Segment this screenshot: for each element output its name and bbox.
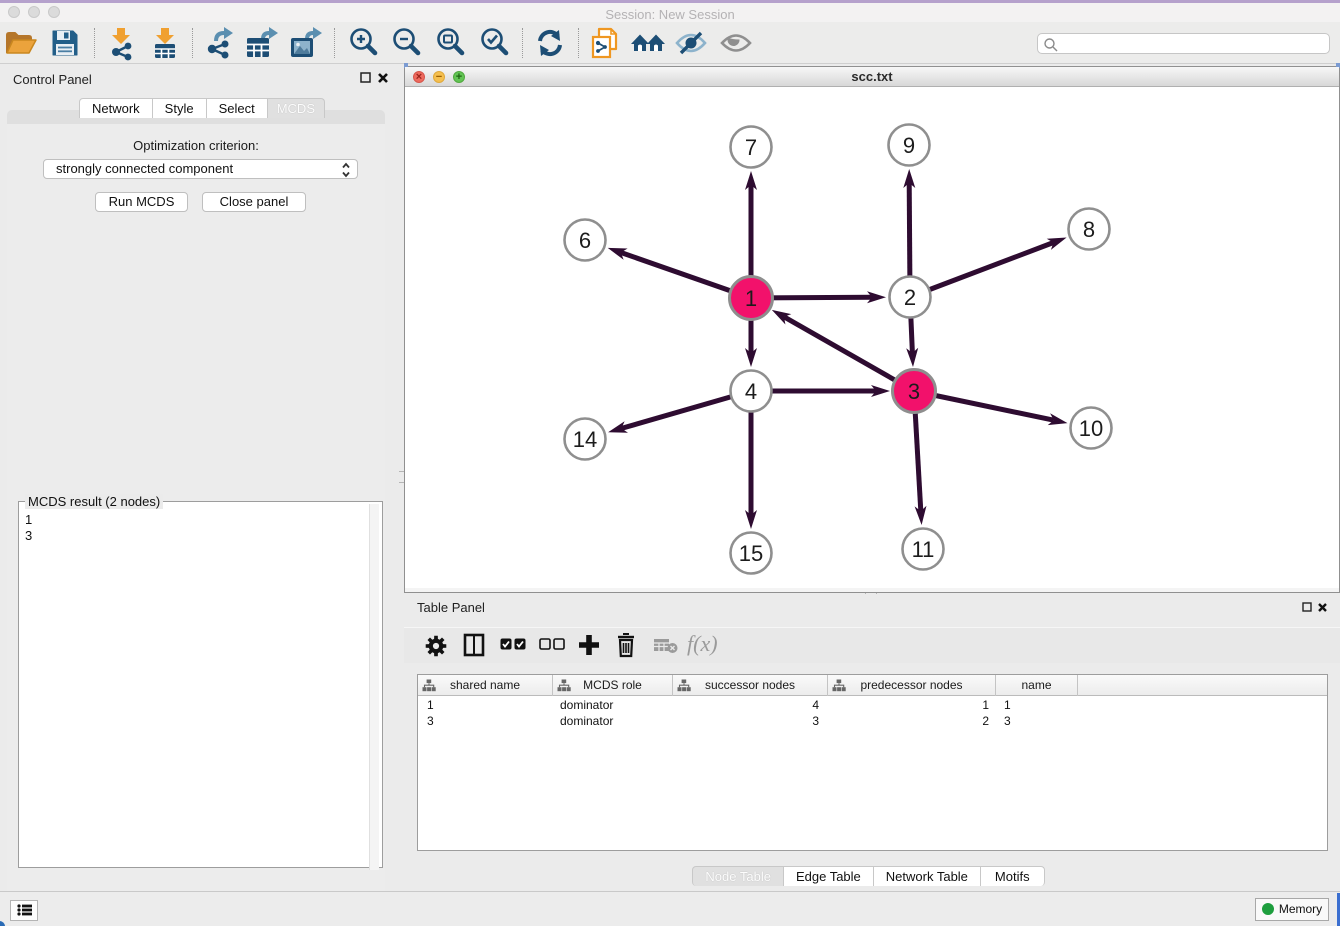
svg-text:1: 1	[745, 286, 757, 311]
svg-text:10: 10	[1079, 416, 1103, 441]
svg-text:9: 9	[903, 133, 915, 158]
svg-text:2: 2	[904, 285, 916, 310]
svg-text:14: 14	[573, 427, 597, 452]
svg-text:11: 11	[912, 537, 935, 562]
svg-text:8: 8	[1083, 217, 1095, 242]
svg-text:3: 3	[908, 379, 920, 404]
svg-text:7: 7	[745, 135, 757, 160]
svg-text:15: 15	[739, 541, 763, 566]
svg-text:4: 4	[745, 379, 757, 404]
svg-text:6: 6	[579, 228, 591, 253]
